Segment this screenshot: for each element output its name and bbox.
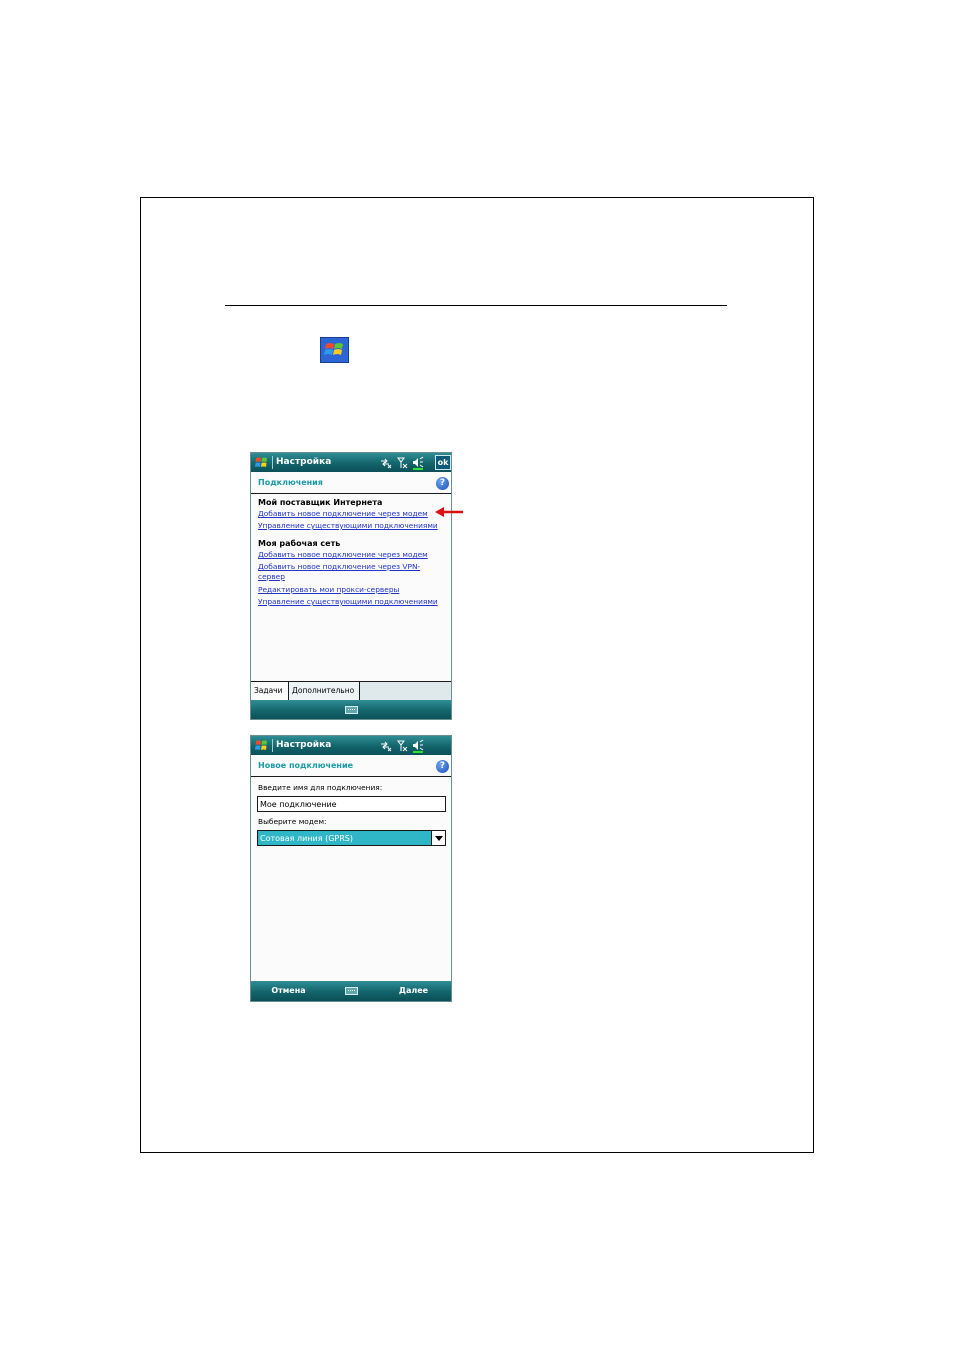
link-add-modem-connection-work[interactable]: Добавить новое подключение через модем xyxy=(258,550,428,560)
menu-bar: Отмена Далее xyxy=(251,981,451,1001)
title-bar: Настройка ok xyxy=(251,453,451,472)
volume-icon xyxy=(413,456,424,470)
page-header: Новое подключение ? xyxy=(251,755,451,777)
connection-name-input[interactable] xyxy=(257,796,446,812)
modem-label: Выберите модем: xyxy=(258,817,327,826)
link-manage-connections-work[interactable]: Управление существующими подключениями xyxy=(258,597,438,607)
window-title: Настройка xyxy=(276,457,332,467)
start-menu-icon[interactable] xyxy=(254,738,269,753)
link-edit-proxy-servers[interactable]: Редактировать мои прокси-серверы xyxy=(258,585,399,595)
cancel-button[interactable]: Отмена xyxy=(251,986,326,996)
connectivity-icon xyxy=(381,741,392,752)
title-bar: Настройка xyxy=(251,736,451,755)
new-connection-screen: Настройка Новое подключение ? Введите им… xyxy=(250,735,452,1002)
tab-tasks[interactable]: Задачи xyxy=(251,682,288,700)
next-button[interactable]: Далее xyxy=(376,986,451,996)
volume-icon xyxy=(413,739,424,753)
horizontal-rule xyxy=(225,305,727,306)
tab-strip: Задачи Дополнительно xyxy=(251,681,451,700)
section-heading-isp: Мой поставщик Интернета xyxy=(258,498,383,507)
ok-button[interactable]: ok xyxy=(435,455,451,470)
keyboard-icon[interactable] xyxy=(345,706,358,714)
help-icon[interactable]: ? xyxy=(436,760,449,773)
connection-name-label: Введите имя для подключения: xyxy=(258,783,383,792)
link-manage-connections-isp[interactable]: Управление существующими подключениями xyxy=(258,521,438,531)
help-icon[interactable]: ? xyxy=(436,477,449,490)
signal-icon xyxy=(397,457,408,469)
page-header: Подключения ? xyxy=(251,472,451,494)
section-heading-work: Моя рабочая сеть xyxy=(258,539,341,548)
page-title: Подключения xyxy=(258,478,323,487)
start-menu-icon[interactable] xyxy=(254,455,269,470)
status-icons[interactable] xyxy=(379,455,439,470)
menu-bar xyxy=(251,700,451,719)
page-frame xyxy=(140,197,814,1153)
title-separator xyxy=(272,739,273,752)
windows-start-icon xyxy=(320,337,349,363)
connections-screen: Настройка ok Подключения ? Мой поставщик… xyxy=(250,452,452,720)
window-title: Настройка xyxy=(276,740,332,750)
keyboard-icon[interactable] xyxy=(345,987,358,995)
modem-select[interactable]: Сотовая линия (GPRS) xyxy=(257,830,446,846)
link-add-vpn-connection-cont[interactable]: сервер xyxy=(258,572,285,582)
connectivity-icon xyxy=(381,458,392,469)
signal-icon xyxy=(397,740,408,752)
red-arrow-pointer xyxy=(435,507,463,517)
status-icons[interactable] xyxy=(379,738,439,753)
modem-select-value: Сотовая линия (GPRS) xyxy=(260,834,354,843)
chevron-down-icon[interactable] xyxy=(431,831,445,845)
link-add-modem-connection-isp[interactable]: Добавить новое подключение через модем xyxy=(258,509,428,519)
tab-advanced[interactable]: Дополнительно xyxy=(288,682,360,700)
link-add-vpn-connection[interactable]: Добавить новое подключение через VPN- xyxy=(258,562,420,572)
title-separator xyxy=(272,456,273,469)
page-title: Новое подключение xyxy=(258,761,353,770)
